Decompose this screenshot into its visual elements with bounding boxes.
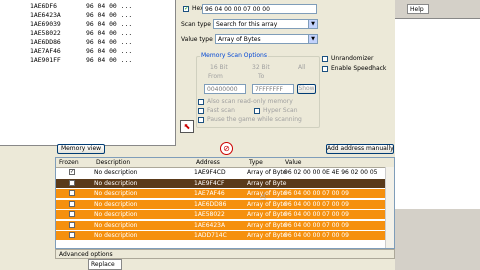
fast-scan-label: Fast scan	[207, 107, 235, 114]
frozen-checkbox[interactable]	[69, 232, 75, 238]
cell-description: No description	[94, 200, 138, 208]
address-list-row[interactable]: No description 1AE6423A Array of Byte 96 04…	[56, 220, 387, 230]
cell-value: 96 04 00 00 07 00 09	[284, 190, 349, 197]
cell-type: Array of Byte	[247, 190, 287, 197]
address-list-row[interactable]: No description 1AE58022 Array of Byte 96 04…	[56, 210, 387, 219]
pause-game-label: Pause the game while scanning	[207, 116, 302, 123]
pointer-arrow-icon[interactable]: ⬉	[180, 120, 194, 133]
value-type-select[interactable]: Array of Bytes ▼	[215, 34, 318, 44]
scan-results-list[interactable]: 1AE6DF6 96 04 00 ... 1AE6423A 96 04 00 ...…	[0, 0, 176, 146]
cell-type: Array of Byte	[247, 200, 287, 208]
scan-type-label: Scan type	[181, 21, 211, 28]
address-list-table[interactable]: Frozen Description Address Type Value ✓ N…	[55, 157, 395, 249]
hyper-scan-label: Hyper Scan	[263, 107, 298, 114]
result-row[interactable]: 1AE6DD86 96 04 00 ...	[30, 38, 132, 46]
chevron-down-icon: ▼	[308, 20, 317, 28]
cell-address: 1AE58022	[194, 211, 225, 218]
cell-address: 1AE7AF46	[194, 190, 225, 197]
result-row[interactable]: 1AE58022 96 04 00 ...	[30, 29, 132, 37]
cell-description: No description	[94, 211, 138, 218]
cell-value: 96 04 00 00 07 00 09	[284, 232, 349, 239]
cell-description: No description	[94, 169, 138, 176]
background-window-content	[395, 18, 480, 209]
show-button[interactable]: Show	[297, 84, 316, 94]
result-row[interactable]: 1AE6423A 96 04 00 ...	[30, 11, 132, 19]
clear-list-icon[interactable]: ⊘	[220, 142, 233, 155]
fast-scan-checkbox[interactable]	[198, 108, 204, 114]
frozen-checkbox[interactable]: ✓	[69, 169, 75, 175]
address-list-row[interactable]: No description 1ADD714C Array of Byte 96 04…	[56, 231, 387, 240]
from-label: From	[208, 73, 223, 80]
cell-address: 1AE6423A	[194, 221, 226, 229]
advanced-options-label: Advanced options	[59, 251, 113, 258]
all-label: All	[298, 64, 306, 71]
to-address-input[interactable]: 7FFFFFFF	[252, 84, 294, 94]
cell-address: 1AE6DD86	[194, 200, 227, 208]
hand-cursor-icon: ☝	[260, 192, 267, 203]
to-label: To	[258, 73, 265, 80]
hyper-scan-checkbox[interactable]	[254, 108, 260, 114]
cell-value: 96 04 00 00 07 00 09	[284, 221, 349, 229]
readonly-label: Also scan read-only memory	[207, 98, 293, 105]
cell-value: 96 04 00 00 07 00 09	[284, 211, 349, 218]
memory-view-button[interactable]: Memory view	[57, 144, 105, 154]
help-button[interactable]: Help	[407, 4, 429, 14]
address-list-row[interactable]: No description 1AE6DD86 Array of Byte 96 04…	[56, 199, 387, 209]
result-row[interactable]: 1AE901FF 96 04 00 ...	[30, 56, 132, 64]
cell-value: 96 02 00 00 0E 4E 96 02 00 05	[284, 169, 378, 176]
readonly-checkbox[interactable]	[198, 99, 204, 105]
cell-type: Array of Byte	[247, 211, 287, 218]
bits-16-label: 16 Bit	[210, 64, 228, 71]
result-row[interactable]: 1AE69039 96 04 00 ...	[30, 20, 132, 28]
cell-description: No description	[94, 232, 138, 239]
replace-field[interactable]: Replace	[88, 259, 122, 270]
chevron-down-icon: ▼	[308, 35, 317, 43]
help-label: Help	[410, 6, 424, 13]
cell-type: Array of Byte	[247, 221, 287, 229]
frozen-checkbox[interactable]	[69, 221, 75, 228]
unrandomizer-label: Unrandomizer	[331, 55, 374, 62]
frozen-checkbox[interactable]	[69, 211, 75, 217]
add-address-manually-button[interactable]: Add address manually	[326, 144, 394, 154]
address-list-row[interactable]: ✓ No description 1AE9F4CD Array of Byte 96 0…	[56, 168, 387, 177]
column-description[interactable]: Description	[96, 159, 130, 166]
advanced-options-bar[interactable]: Advanced options	[55, 249, 395, 259]
background-window-right: Help	[395, 0, 480, 270]
hex-checkbox[interactable]	[183, 5, 189, 12]
frozen-checkbox[interactable]	[69, 179, 75, 186]
address-list-row[interactable]: No description 1AE9F4CF Array of Byte	[56, 178, 387, 188]
cell-address: 1AE9F4CD	[194, 169, 226, 176]
from-address-input[interactable]: 00400000	[204, 84, 246, 94]
speedhack-label: Enable Speedhack	[331, 65, 387, 72]
bits-32-label: 32 Bit	[252, 64, 270, 71]
cell-value: 96 04 00 00 07 00 09	[284, 200, 349, 208]
result-row[interactable]: 1AE6DF6 96 04 00 ...	[30, 2, 132, 10]
memory-scan-options-title: Memory Scan Options	[200, 52, 268, 59]
cell-type: Array of Byte	[247, 179, 287, 187]
unrandomizer-checkbox[interactable]	[322, 56, 328, 62]
cell-description: No description	[94, 190, 138, 197]
replace-label: Replace	[91, 261, 115, 268]
column-value[interactable]: Value	[285, 159, 301, 166]
cell-address: 1AE9F4CF	[194, 179, 225, 187]
frozen-checkbox[interactable]	[69, 190, 75, 196]
cell-type: Array of Byte	[247, 232, 287, 239]
frozen-checkbox[interactable]	[69, 200, 75, 207]
address-list-scrollbar[interactable]	[385, 167, 394, 248]
column-frozen[interactable]: Frozen	[59, 159, 79, 166]
pause-game-checkbox[interactable]	[198, 117, 204, 123]
column-address[interactable]: Address	[196, 159, 220, 166]
value-type-label: Value type	[181, 36, 213, 43]
result-row[interactable]: 1AE7AF46 96 04 00 ...	[30, 47, 132, 55]
scan-value-input[interactable]: 96 04 00 00 07 00 00	[202, 4, 317, 14]
address-list-row[interactable]: No description 1AE7AF46 Array of Byte 96 04…	[56, 189, 387, 198]
cell-description: No description	[94, 179, 138, 187]
cell-description: No description	[94, 221, 138, 229]
scan-type-select[interactable]: Search for this array ▼	[213, 19, 318, 29]
address-list-header: Frozen Description Address Type Value	[56, 158, 394, 168]
speedhack-checkbox[interactable]	[322, 66, 328, 72]
cell-address: 1ADD714C	[194, 232, 227, 239]
column-type[interactable]: Type	[249, 159, 263, 166]
cell-type: Array of Byte	[247, 169, 287, 176]
